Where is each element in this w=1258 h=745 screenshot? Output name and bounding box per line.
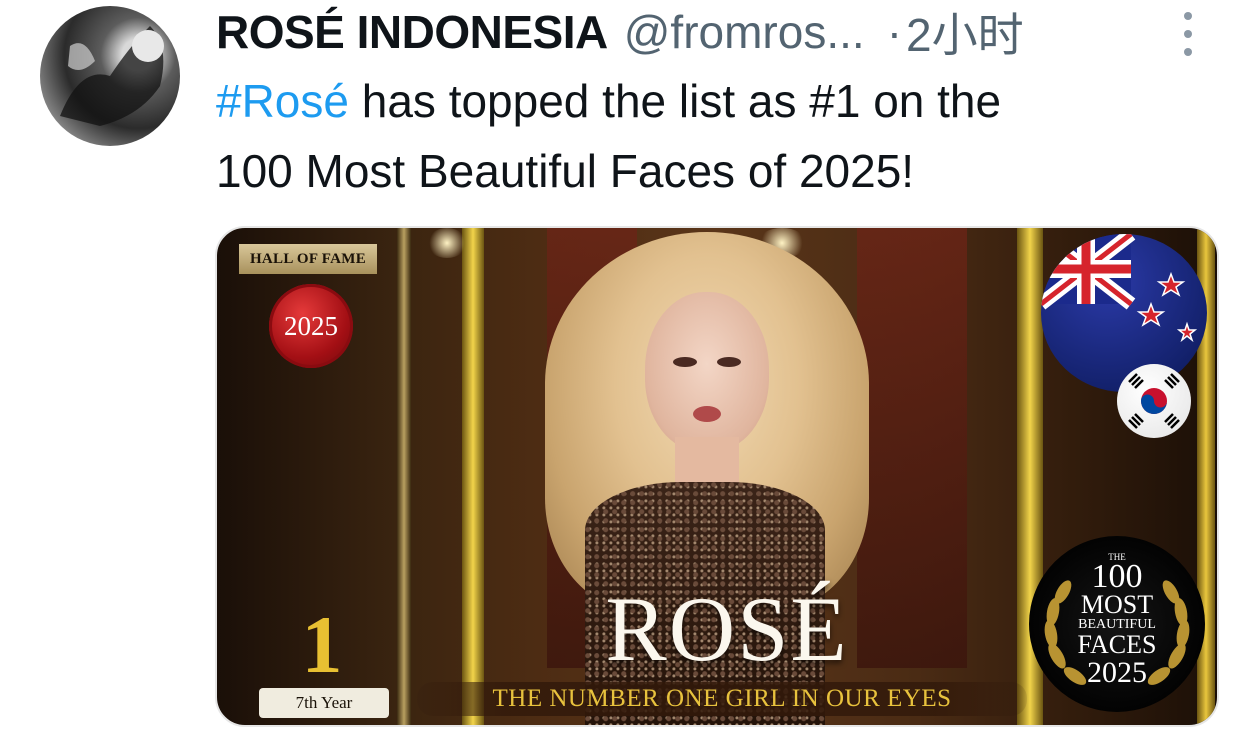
separator-dot: · bbox=[886, 6, 903, 58]
tweet-text: #Rosé has topped the list as #1 on the 1… bbox=[216, 66, 1206, 206]
tweet-text-line-1: #Rosé has topped the list as #1 on the bbox=[216, 66, 1206, 136]
badge-100: 100 bbox=[1091, 558, 1143, 595]
tweet-media-image[interactable]: HALL OF FAME 2025 1 7th Year ROSÉ THE NU… bbox=[215, 226, 1219, 727]
badge-faces: FACES bbox=[1077, 630, 1157, 659]
avatar-image bbox=[60, 26, 164, 126]
kr-flag-graphic bbox=[1128, 373, 1180, 429]
rank-year-label: 7th Year bbox=[259, 688, 389, 718]
author-name[interactable]: ROSÉ INDONESIA bbox=[216, 5, 608, 59]
hashtag-link[interactable]: #Rosé bbox=[216, 75, 349, 127]
more-options-icon[interactable] bbox=[1180, 12, 1196, 56]
tweet-text-line-2: 100 Most Beautiful Faces of 2025! bbox=[216, 145, 915, 197]
rank-number: 1 bbox=[301, 599, 343, 690]
tweet-text-line-1-rest: has topped the list as #1 on the bbox=[348, 75, 1002, 127]
tweet-header: ROSÉ INDONESIA @fromros... · 2小时 bbox=[216, 4, 1216, 61]
year-seal: 2025 bbox=[269, 284, 353, 368]
face-features bbox=[673, 357, 741, 422]
subtitle-banner: THE NUMBER ONE GIRL IN OUR EYES bbox=[417, 682, 1027, 716]
tweet-timestamp[interactable]: 2小时 bbox=[906, 0, 1024, 65]
badge-most: MOST bbox=[1080, 590, 1154, 619]
badge-year: 2025 bbox=[1087, 656, 1147, 689]
pillar-dim bbox=[397, 228, 411, 725]
hall-of-fame-label: HALL OF FAME bbox=[239, 244, 377, 274]
face bbox=[645, 292, 769, 452]
ceiling-light bbox=[427, 228, 467, 258]
author-avatar[interactable] bbox=[40, 6, 180, 146]
gold-pillar-left bbox=[462, 228, 484, 725]
south-korea-flag-icon bbox=[1117, 364, 1191, 438]
most-beautiful-faces-badge: THE 100 MOST BEAUTIFUL FACES 2025 bbox=[1029, 536, 1205, 712]
author-handle[interactable]: @fromros... bbox=[624, 5, 865, 59]
name-title: ROSÉ bbox=[605, 578, 849, 680]
